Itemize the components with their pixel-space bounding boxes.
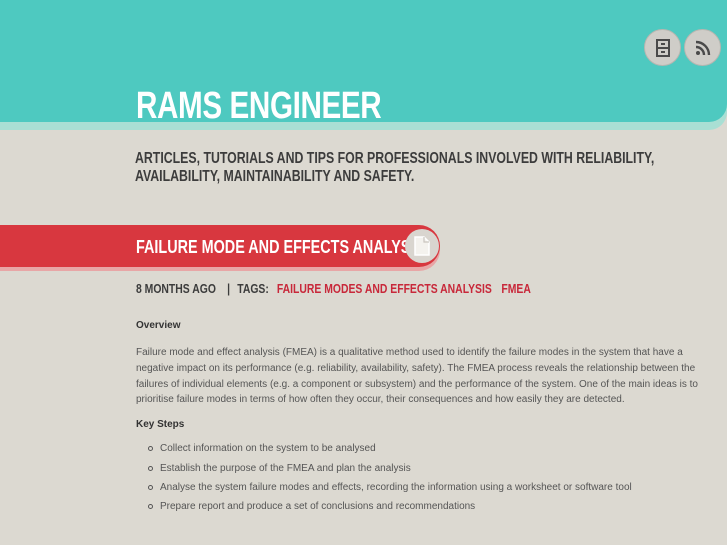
list-item: Prepare report and produce a set of conc… — [148, 497, 714, 516]
key-steps-heading: Key Steps — [136, 419, 185, 431]
list-item: Establish the purpose of the FMEA and pl… — [148, 459, 714, 478]
site-title[interactable]: RAMS ENGINEER — [136, 84, 382, 128]
rss-icon — [695, 40, 710, 55]
page: RAMS ENGINEER ARTICLES, TUTORIALS AND TI… — [0, 0, 727, 545]
post-body: Overview Failure mode and effect analysi… — [136, 318, 714, 517]
post-date[interactable]: 8 MONTHS AGO — [136, 281, 216, 296]
post-type-badge[interactable] — [405, 229, 439, 263]
list-item: Collect information on the system to be … — [148, 439, 714, 458]
site-tagline: ARTICLES, TUTORIALS AND TIPS FOR PROFESS… — [135, 150, 655, 185]
post-meta: 8 MONTHS AGO | TAGS: FAILURE MODES AND EFFE… — [136, 281, 531, 297]
list-item: Analyse the system failure modes and eff… — [148, 478, 714, 497]
overview-paragraph: Failure mode and effect analysis (FMEA) … — [136, 347, 698, 406]
key-steps-list: Collect information on the system to be … — [136, 439, 714, 517]
tag-link-fmea-analysis[interactable]: FAILURE MODES AND EFFECTS ANALYSIS — [277, 281, 492, 296]
archive-button[interactable] — [644, 29, 681, 66]
rss-button[interactable] — [684, 29, 721, 66]
tag-link-fmea[interactable]: FMEA — [501, 281, 530, 296]
overview-heading: Overview — [136, 320, 181, 331]
document-icon — [414, 236, 430, 256]
archive-icon — [655, 38, 670, 57]
post-title[interactable]: FAILURE MODE AND EFFECTS ANALYSIS — [136, 236, 424, 258]
meta-separator: | — [227, 281, 231, 296]
tags-label: TAGS: — [237, 281, 269, 296]
